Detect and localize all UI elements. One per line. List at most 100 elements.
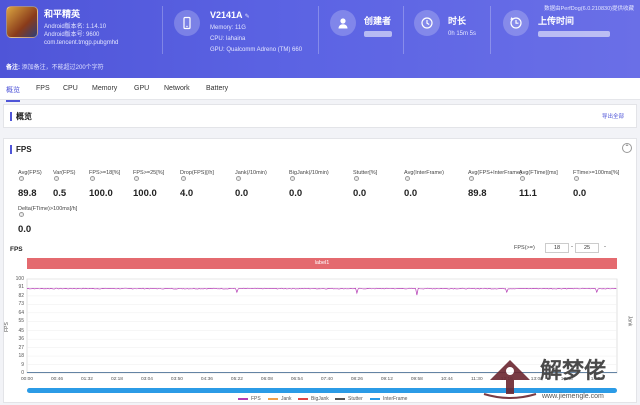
metric-8: Avg(InterFrame)? 0.0	[404, 170, 444, 199]
tab-gpu[interactable]: GPU	[134, 85, 149, 92]
metric-11: FTime>=100ms[%]? 0.0	[573, 170, 619, 199]
note-field[interactable]: 备注: 添加备注，不能超过200个字符	[6, 62, 104, 71]
info-icon[interactable]: ?	[405, 176, 410, 182]
metric-value: 0.0	[289, 188, 303, 199]
y-tick-label: 82	[18, 292, 24, 299]
x-tick-label: 03:04	[140, 377, 153, 382]
tab-network[interactable]: Network	[164, 85, 190, 92]
watermark-url: www.jiemengle.com	[541, 393, 604, 400]
metric-1: Var(FPS)? 0.5	[53, 170, 76, 199]
info-icon[interactable]: ?	[236, 176, 241, 182]
x-tick-label: 00:00	[20, 377, 34, 382]
x-tick-label: 09:58	[410, 377, 423, 382]
info-icon[interactable]: ?	[134, 176, 139, 182]
legend-swatch	[268, 398, 278, 400]
creator-value	[364, 31, 392, 38]
fps-chart-title: FPS	[10, 246, 23, 253]
y2-axis-title: Jank	[626, 315, 633, 327]
info-icon[interactable]: ?	[469, 176, 474, 182]
metric-value: 89.8	[468, 188, 487, 199]
fps-threshold-low-input[interactable]: 18	[545, 243, 569, 253]
clock-icon	[414, 10, 440, 36]
legend-item[interactable]: Stutter	[335, 396, 363, 402]
device-cpu: CPU: lahaina	[210, 36, 246, 42]
device-icon	[174, 10, 200, 36]
metric-label: Delta(FTime)>100ms[/h]	[18, 206, 78, 212]
upload-time-icon	[503, 10, 529, 36]
metric-label: Avg(InterFrame)	[404, 170, 444, 176]
metric-value: 4.0	[180, 188, 194, 199]
y-tick-label: 0	[21, 370, 24, 376]
metric-value: 0.0	[18, 224, 32, 235]
metric-10: Avg(FTime)[ms]? 11.1	[519, 170, 558, 199]
x-tick-label: 05:22	[230, 377, 243, 382]
y-tick-label: 9	[21, 361, 24, 368]
legend-swatch	[370, 398, 380, 400]
tab-overview[interactable]: 概览	[6, 85, 20, 102]
android-version-code: Android版本号: 9600	[44, 32, 100, 38]
metric-value: 11.1	[519, 188, 537, 199]
legend-item[interactable]: Jank	[268, 396, 292, 402]
divider	[403, 6, 404, 54]
y-tick-label: 73	[18, 301, 24, 308]
game-name: 和平精英	[44, 9, 81, 19]
legend-label: Jank	[281, 396, 292, 402]
legend-label: InterFrame	[383, 396, 408, 402]
perfdog-version: 数据由PerfDog(6.0.210830)提供收藏	[544, 6, 634, 12]
metric-label: BigJank(/10min)	[289, 170, 329, 176]
x-tick-label: 06:54	[290, 377, 303, 382]
info-icon[interactable]: ?	[290, 176, 295, 182]
y-axis-title: FPS	[3, 322, 10, 332]
x-tick-label: 04:36	[200, 377, 213, 382]
metric-value: 0.0	[404, 188, 418, 199]
metric-3: FPS>=25[%]? 100.0	[133, 170, 164, 199]
legend-item[interactable]: BigJank	[298, 396, 329, 402]
info-icon[interactable]: ?	[19, 212, 24, 218]
legend-label: Stutter	[348, 396, 363, 402]
info-icon[interactable]: ?	[520, 176, 525, 182]
tab-fps[interactable]: FPS	[36, 85, 50, 92]
tab-memory[interactable]: Memory	[92, 85, 117, 92]
info-icon[interactable]: ?	[354, 176, 359, 182]
device-gpu: GPU: Qualcomm Adreno (TM) 660	[210, 47, 303, 53]
info-icon[interactable]: ?	[574, 176, 579, 182]
info-icon[interactable]: ?	[54, 176, 59, 182]
legend-item[interactable]: FPS	[238, 396, 261, 402]
divider	[490, 6, 491, 54]
x-tick-label: 10:44	[440, 377, 453, 382]
note-placeholder: 添加备注，不能超过200个字符	[21, 65, 104, 71]
metric-value: 100.0	[133, 188, 157, 199]
metric-label: Avg(FPS+InterFrame)	[468, 170, 522, 176]
legend-item[interactable]: InterFrame	[370, 396, 407, 402]
duration-label: 时长	[448, 16, 467, 26]
metric-label: FTime>=100ms[%]	[573, 170, 620, 176]
info-icon[interactable]: ?	[90, 176, 95, 182]
y-tick-label: 100	[15, 276, 24, 282]
label-bar[interactable]: label1	[27, 258, 617, 269]
package-name: com.tencent.tmgp.pubgmhd	[44, 40, 119, 46]
x-tick-label: 00:46	[50, 377, 63, 382]
edit-icon[interactable]: ✎	[245, 14, 250, 20]
divider	[162, 6, 163, 54]
watermark-logo: 解梦佬 www.jiemengle.com	[483, 358, 606, 400]
export-all-link[interactable]: 导出全部	[602, 112, 624, 120]
metric-4: Drop(FPS)[/h]? 4.0	[180, 170, 214, 199]
x-tick-label: 06:08	[260, 377, 273, 382]
info-icon[interactable]: ?	[19, 176, 24, 182]
x-tick-label: 03:50	[170, 377, 183, 382]
x-tick-label: 02:18	[110, 377, 123, 382]
y-tick-label: 36	[18, 336, 24, 343]
fps-threshold-high-input[interactable]: 25	[575, 243, 599, 253]
metric-value: 0.0	[573, 188, 587, 199]
tab-cpu[interactable]: CPU	[63, 85, 78, 92]
x-tick-label: 08:26	[350, 377, 363, 382]
metric-value: 0.0	[353, 188, 367, 199]
y-tick-label: 64	[18, 309, 24, 316]
tab-battery[interactable]: Battery	[206, 85, 228, 92]
info-icon[interactable]: ?	[181, 176, 186, 182]
user-icon	[330, 10, 356, 36]
metric-value: 89.8	[18, 188, 37, 199]
metric-value: 0.0	[235, 188, 249, 199]
collapse-icon[interactable]: ⌃	[622, 143, 632, 153]
note-label: 备注:	[6, 65, 20, 71]
